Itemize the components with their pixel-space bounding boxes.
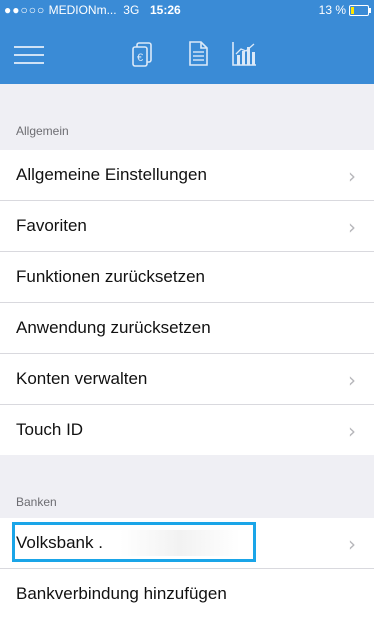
chevron-right-icon: › bbox=[348, 164, 356, 188]
svg-text:€: € bbox=[137, 52, 143, 64]
chevron-right-icon: › bbox=[348, 532, 356, 556]
row-label: Anwendung zurücksetzen bbox=[16, 318, 211, 337]
row-label: Touch ID bbox=[16, 420, 84, 439]
row-label: Konten verwalten bbox=[16, 369, 148, 388]
signal-strength: ●●○○○ bbox=[4, 3, 46, 17]
row-touch-id[interactable]: Touch ID › bbox=[0, 405, 374, 455]
row-funktionen-zuruecksetzen[interactable]: Funktionen zurücksetzen bbox=[0, 252, 374, 303]
row-label: Favoriten bbox=[16, 216, 87, 235]
chart-icon[interactable] bbox=[229, 38, 259, 68]
row-konten-verwalten[interactable]: Konten verwalten › bbox=[0, 354, 374, 405]
app-header: ●●○○○ MEDIONm... 3G 15:26 13 % € bbox=[0, 0, 374, 84]
menu-icon[interactable] bbox=[14, 44, 44, 66]
status-time: 15:26 bbox=[150, 3, 181, 17]
row-label: Allgemeine Einstellungen bbox=[16, 165, 207, 184]
carrier-info: ●●○○○ MEDIONm... 3G bbox=[4, 3, 139, 17]
carrier-name: MEDIONm... bbox=[48, 3, 117, 17]
settings-list-banken: Volksbank . › Bankverbindung hinzufügen bbox=[0, 518, 374, 619]
row-label: Volksbank . bbox=[16, 533, 103, 552]
settings-list-allgemein: Allgemeine Einstellungen › Favoriten › F… bbox=[0, 150, 374, 455]
row-volksbank[interactable]: Volksbank . › bbox=[0, 518, 374, 569]
row-allgemeine-einstellungen[interactable]: Allgemeine Einstellungen › bbox=[0, 150, 374, 201]
section-title-banken: Banken bbox=[16, 495, 57, 509]
row-favoriten[interactable]: Favoriten › bbox=[0, 201, 374, 252]
row-label: Funktionen zurücksetzen bbox=[16, 267, 205, 286]
money-card-icon[interactable]: € bbox=[128, 38, 158, 68]
document-icon[interactable] bbox=[183, 38, 213, 68]
row-bankverbindung-hinzufuegen[interactable]: Bankverbindung hinzufügen bbox=[0, 569, 374, 619]
chevron-right-icon: › bbox=[348, 368, 356, 392]
chevron-right-icon: › bbox=[348, 215, 356, 239]
row-anwendung-zuruecksetzen[interactable]: Anwendung zurücksetzen bbox=[0, 303, 374, 354]
battery-percent: 13 % bbox=[318, 3, 346, 17]
status-bar: ●●○○○ MEDIONm... 3G 15:26 13 % bbox=[0, 0, 374, 20]
row-label: Bankverbindung hinzufügen bbox=[16, 584, 227, 603]
network-type: 3G bbox=[123, 3, 140, 17]
section-title-allgemein: Allgemein bbox=[16, 124, 69, 138]
chevron-right-icon: › bbox=[348, 419, 356, 443]
battery-icon bbox=[349, 5, 371, 16]
